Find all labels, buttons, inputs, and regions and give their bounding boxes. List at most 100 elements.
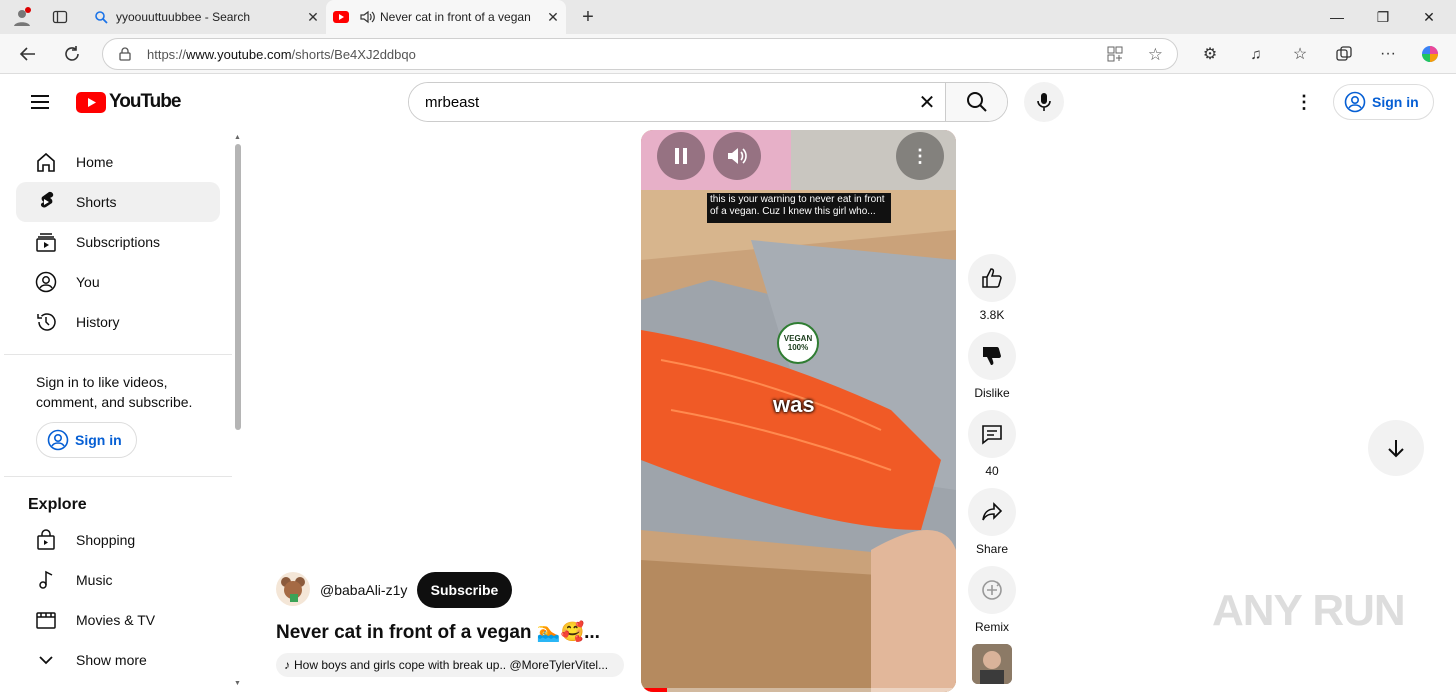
youtube-logo-icon bbox=[76, 91, 106, 113]
pause-icon[interactable] bbox=[657, 132, 705, 180]
sidebar-item-label: Music bbox=[76, 572, 113, 588]
youtube-logo[interactable]: YouTube bbox=[76, 91, 181, 113]
search-icon[interactable] bbox=[945, 83, 1007, 121]
back-icon[interactable] bbox=[14, 40, 42, 68]
video-more-icon[interactable]: ⋮ bbox=[896, 132, 944, 180]
share-button[interactable] bbox=[968, 488, 1016, 536]
address-toolbar: https://www.youtube.com/shorts/Be4XJ2ddb… bbox=[0, 34, 1456, 74]
scroll-down-arrow-icon[interactable]: ▼ bbox=[234, 680, 241, 687]
sidebar-item-shopping[interactable]: Shopping bbox=[16, 520, 220, 560]
watermark: ANY RUN bbox=[1212, 586, 1406, 635]
youtube-favicon-icon bbox=[326, 11, 356, 23]
scroll-up-arrow-icon[interactable]: ▲ bbox=[234, 134, 241, 141]
tab-actions-icon[interactable] bbox=[48, 5, 72, 29]
sidebar-item-you[interactable]: You bbox=[16, 262, 220, 302]
music-note-icon: ♪ bbox=[284, 658, 290, 672]
sidebar-item-show-more[interactable]: Show more bbox=[16, 640, 220, 680]
caption-top: this is your warning to never eat in fro… bbox=[707, 193, 891, 223]
url-domain: www.youtube.com bbox=[186, 46, 292, 62]
vegan-badge: VEGAN 100% bbox=[777, 322, 819, 364]
restore-icon[interactable]: ❐ bbox=[1360, 0, 1406, 34]
volume-icon[interactable] bbox=[713, 132, 761, 180]
browser-tab-bar: yyoouuttuubbee - Search ✕ Never cat in f… bbox=[0, 0, 1456, 34]
settings-menu-icon[interactable]: ⋮ bbox=[1292, 88, 1316, 116]
tab-active-video[interactable]: Never cat in front of a vegan ✕ bbox=[326, 0, 566, 34]
shorts-icon bbox=[16, 190, 76, 214]
history-icon bbox=[16, 311, 76, 333]
remix-button[interactable] bbox=[968, 566, 1016, 614]
account-icon bbox=[47, 429, 69, 451]
search-favicon-icon bbox=[86, 10, 116, 24]
collections-icon[interactable] bbox=[1330, 40, 1358, 68]
tab-title: Never cat in front of a vegan bbox=[380, 10, 531, 24]
close-tab-icon[interactable]: ✕ bbox=[540, 9, 566, 26]
sidebar-item-label: Subscriptions bbox=[76, 234, 161, 250]
channel-name[interactable]: @babaAli-z1y bbox=[320, 582, 407, 598]
profile-icon[interactable] bbox=[10, 5, 34, 29]
comments-button[interactable] bbox=[968, 410, 1016, 458]
favorite-star-icon[interactable]: ☆ bbox=[1148, 45, 1163, 65]
subscriptions-icon bbox=[16, 231, 76, 253]
header-signin-button[interactable]: Sign in bbox=[1333, 84, 1434, 120]
read-aloud-icon[interactable]: ♫ bbox=[1242, 40, 1270, 68]
new-tab-icon[interactable]: + bbox=[576, 5, 600, 29]
sidebar-item-label: Shorts bbox=[76, 194, 117, 210]
caption-word: was bbox=[773, 392, 815, 417]
comment-icon bbox=[982, 425, 1002, 445]
sidebar-signin-button[interactable]: Sign in bbox=[36, 422, 137, 458]
sound-thumbnail[interactable] bbox=[972, 644, 1012, 684]
account-icon bbox=[1344, 91, 1366, 113]
speaker-icon[interactable] bbox=[356, 10, 380, 24]
next-video-button[interactable] bbox=[1368, 420, 1424, 476]
channel-avatar[interactable] bbox=[276, 572, 310, 606]
sidebar: Home Shorts Subscriptions You History Si… bbox=[0, 130, 244, 696]
app-available-icon[interactable] bbox=[1107, 46, 1123, 65]
sidebar-item-subscriptions[interactable]: Subscriptions bbox=[16, 222, 220, 262]
signin-label: Sign in bbox=[75, 432, 122, 448]
like-button[interactable] bbox=[968, 254, 1016, 302]
thumbs-up-icon bbox=[982, 268, 1002, 288]
sidebar-item-label: You bbox=[76, 274, 100, 290]
dislike-button[interactable] bbox=[968, 332, 1016, 380]
sidebar-item-label: Shopping bbox=[76, 532, 136, 548]
shopping-icon bbox=[16, 529, 76, 551]
like-count: 3.8K bbox=[979, 308, 1005, 322]
sidebar-scrollbar[interactable] bbox=[235, 144, 241, 430]
sidebar-item-home[interactable]: Home bbox=[16, 142, 220, 182]
subscribe-button[interactable]: Subscribe bbox=[417, 572, 512, 608]
share-icon bbox=[982, 502, 1003, 521]
more-menu-icon[interactable]: ··· bbox=[1374, 40, 1402, 68]
copilot-icon[interactable] bbox=[1416, 40, 1444, 68]
sidebar-item-shorts[interactable]: Shorts bbox=[16, 182, 220, 222]
extensions-icon[interactable]: ⚙ bbox=[1196, 40, 1224, 68]
voice-search-icon[interactable] bbox=[1024, 82, 1064, 122]
sidebar-item-movies[interactable]: Movies & TV bbox=[16, 600, 220, 640]
remix-icon bbox=[982, 580, 1002, 600]
hamburger-menu-icon[interactable] bbox=[24, 86, 56, 118]
close-window-icon[interactable]: ✕ bbox=[1406, 0, 1452, 34]
minimize-icon[interactable]: — bbox=[1314, 0, 1360, 34]
sidebar-item-history[interactable]: History bbox=[16, 302, 220, 342]
divider bbox=[4, 476, 232, 477]
url-prefix: https:// bbox=[147, 46, 187, 62]
arrow-down-icon bbox=[1388, 440, 1404, 458]
refresh-icon[interactable] bbox=[58, 40, 86, 68]
sidebar-item-music[interactable]: Music bbox=[16, 560, 220, 600]
url-bar[interactable]: https://www.youtube.com/shorts/Be4XJ2ddb… bbox=[102, 38, 1178, 70]
short-title[interactable]: Never cat in front of a vegan 🏊🥰... bbox=[276, 620, 616, 644]
signin-prompt: Sign in to like videos, comment, and sub… bbox=[36, 374, 193, 410]
tab-search[interactable]: yyoouuttuubbee - Search ✕ bbox=[86, 0, 326, 34]
favorites-icon[interactable]: ☆ bbox=[1286, 40, 1314, 68]
lock-icon[interactable] bbox=[103, 47, 147, 61]
search-box: ✕ bbox=[408, 82, 1008, 122]
close-tab-icon[interactable]: ✕ bbox=[300, 9, 326, 26]
search-input[interactable] bbox=[409, 83, 909, 121]
progress-bar[interactable] bbox=[641, 688, 956, 692]
dislike-label: Dislike bbox=[974, 386, 1010, 400]
clear-search-icon[interactable]: ✕ bbox=[909, 83, 945, 121]
thumbs-down-icon bbox=[983, 347, 1001, 365]
sound-label: How boys and girls cope with break up.. … bbox=[294, 658, 609, 672]
sidebar-item-label: History bbox=[76, 314, 120, 330]
short-video-player[interactable]: VEGAN 100% this is your warning to never… bbox=[641, 130, 956, 692]
sound-chip[interactable]: ♪ How boys and girls cope with break up.… bbox=[276, 653, 624, 677]
